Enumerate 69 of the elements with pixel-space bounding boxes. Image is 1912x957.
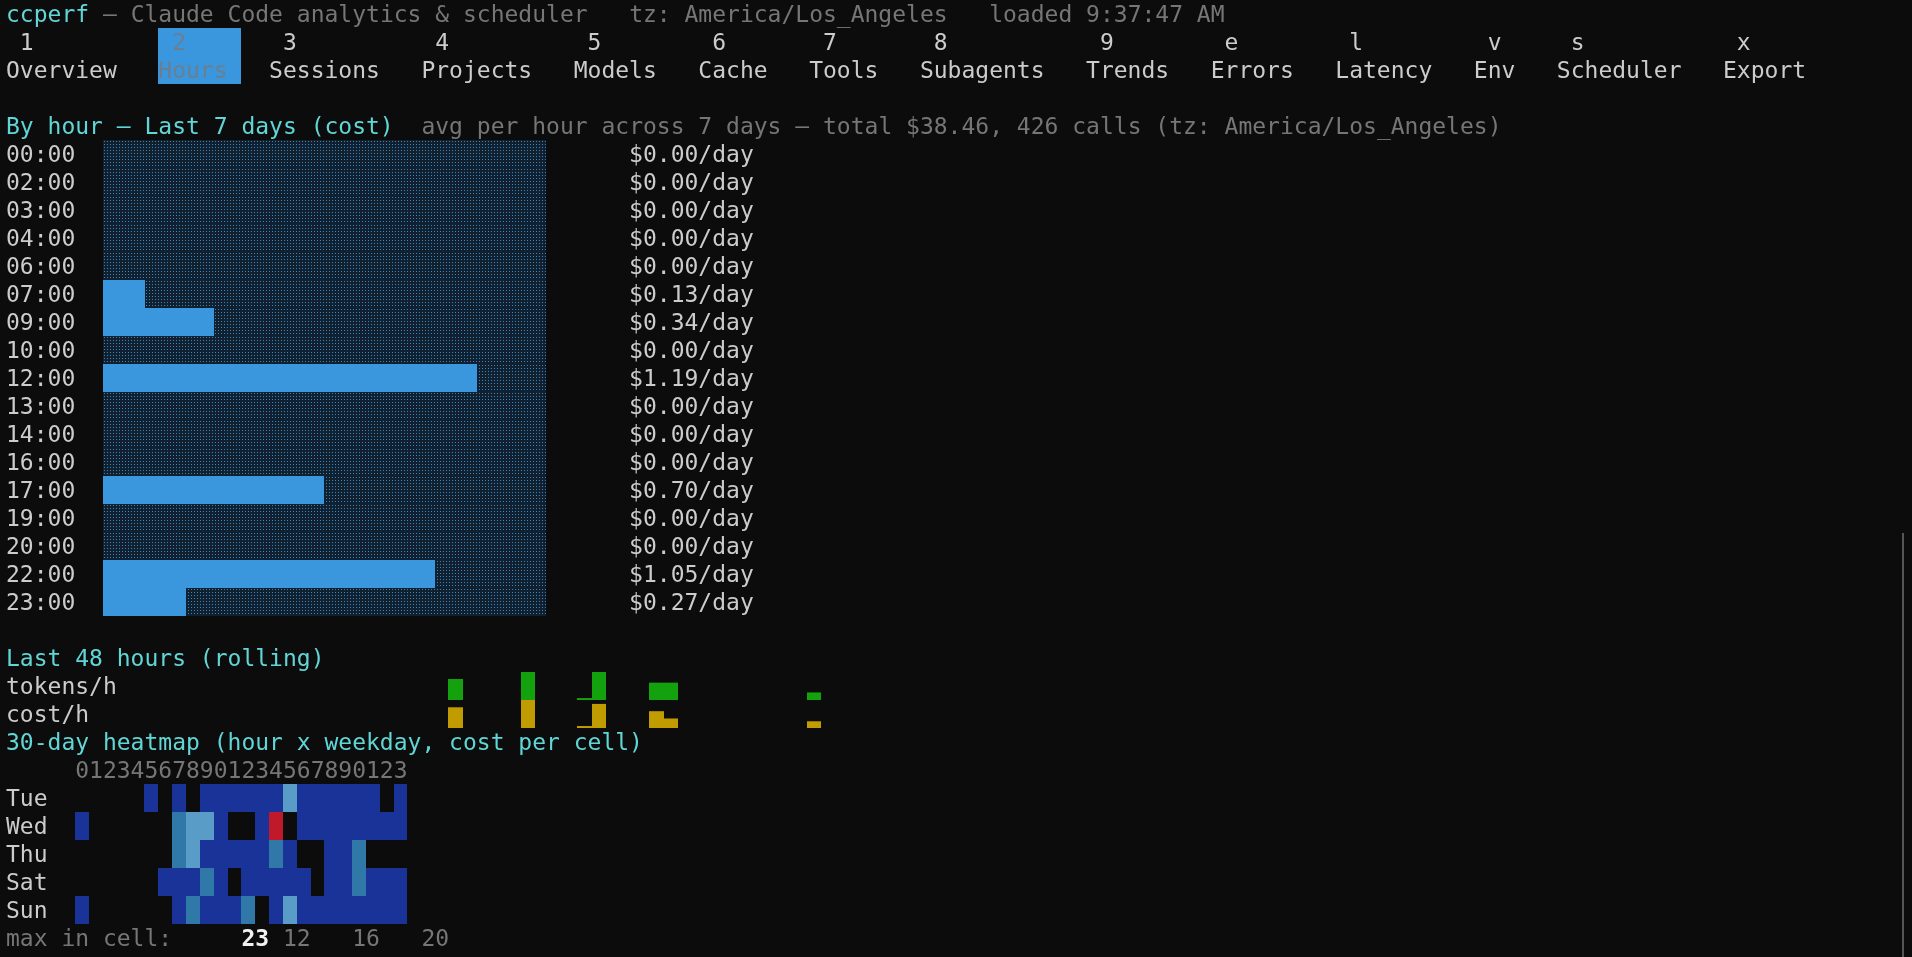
- hour-label: 10:00: [6, 336, 77, 364]
- max-value: 20: [421, 924, 450, 952]
- cost-value: $0.00/day: [629, 140, 754, 168]
- series-label: tokens/h: [6, 672, 118, 700]
- max-value: 23: [241, 924, 270, 952]
- tab[interactable]: 1 Overview: [6, 28, 131, 84]
- tab[interactable]: 4 Projects: [421, 28, 547, 84]
- section-title: Last 48 hours (rolling): [6, 644, 325, 672]
- cost-value: $0.00/day: [629, 504, 754, 532]
- cost-value: $0.00/day: [629, 336, 754, 364]
- hour-label: 22:00: [6, 560, 77, 588]
- cost-value: $0.00/day: [629, 196, 754, 224]
- hour-label: 16:00: [6, 448, 77, 476]
- cost-value: $0.00/day: [629, 224, 754, 252]
- max-value: 16: [352, 924, 380, 952]
- max-value: 12: [282, 924, 311, 952]
- cost-value: $0.00/day: [629, 252, 754, 280]
- hour-label: 17:00: [6, 476, 77, 504]
- app-title: ccperf: [6, 0, 90, 28]
- section-title: By hour — Last 7 days (cost): [6, 112, 394, 140]
- weekday-label: Wed: [6, 812, 49, 840]
- hour-label: 00:00: [6, 140, 77, 168]
- section-title: 30-day heatmap (hour x weekday, cost per cell): [6, 728, 643, 756]
- tab[interactable]: l Latency: [1335, 28, 1447, 84]
- loaded-time: loaded 9:37:47 AM: [989, 0, 1225, 28]
- cost-value: $0.27/day: [629, 588, 754, 616]
- hour-label: 02:00: [6, 168, 77, 196]
- hour-axis: 012345678901234567890123: [75, 756, 408, 784]
- legend-label: max in cell:: [6, 924, 174, 952]
- tab[interactable]: s Scheduler: [1556, 28, 1696, 84]
- weekday-label: Tue: [6, 784, 49, 812]
- tab[interactable]: 8 Subagents: [919, 28, 1059, 84]
- hour-label: 19:00: [6, 504, 77, 532]
- cost-value: $0.34/day: [629, 308, 754, 336]
- cost-value: $1.05/day: [629, 560, 754, 588]
- hour-label: 20:00: [6, 532, 77, 560]
- tab[interactable]: x Export: [1723, 28, 1820, 84]
- tab[interactable]: 6 Cache: [698, 28, 782, 84]
- weekday-label: Sun: [6, 896, 49, 924]
- tab[interactable]: v Env: [1473, 28, 1530, 84]
- tab[interactable]: 9 Trends: [1086, 28, 1183, 84]
- scrollbar[interactable]: [1902, 533, 1904, 957]
- hour-label: 13:00: [6, 392, 77, 420]
- hour-label: 12:00: [6, 364, 77, 392]
- cost-value: $0.00/day: [629, 532, 754, 560]
- timezone-label: tz: America/Los_Angeles: [629, 0, 948, 28]
- cost-value: $1.19/day: [629, 364, 754, 392]
- tab[interactable]: 7 Tools: [809, 28, 893, 84]
- cost-value: $0.00/day: [629, 448, 754, 476]
- section-summary: avg per hour across 7 days — total $38.46, 426 calls (tz: America/Los_Angeles): [421, 112, 1502, 140]
- hour-label: 09:00: [6, 308, 77, 336]
- cost-value: $0.00/day: [629, 168, 754, 196]
- hour-label: 04:00: [6, 224, 77, 252]
- hour-label: 23:00: [6, 588, 77, 616]
- series-label: cost/h: [6, 700, 91, 728]
- weekday-label: Sat: [6, 868, 49, 896]
- cost-value: $0.13/day: [629, 280, 754, 308]
- cost-value: $0.70/day: [629, 476, 754, 504]
- tab[interactable]: 5 Models: [573, 28, 671, 84]
- tab[interactable]: e Errors: [1210, 28, 1308, 84]
- cost-value: $0.00/day: [629, 420, 754, 448]
- hour-label: 07:00: [6, 280, 77, 308]
- tab[interactable]: 3 Sessions: [269, 28, 394, 84]
- weekday-label: Thu: [6, 840, 49, 868]
- hour-label: 03:00: [6, 196, 77, 224]
- hour-label: 06:00: [6, 252, 77, 280]
- app-subtitle: — Claude Code analytics & scheduler: [102, 0, 588, 28]
- cost-value: $0.00/day: [629, 392, 754, 420]
- hour-label: 14:00: [6, 420, 77, 448]
